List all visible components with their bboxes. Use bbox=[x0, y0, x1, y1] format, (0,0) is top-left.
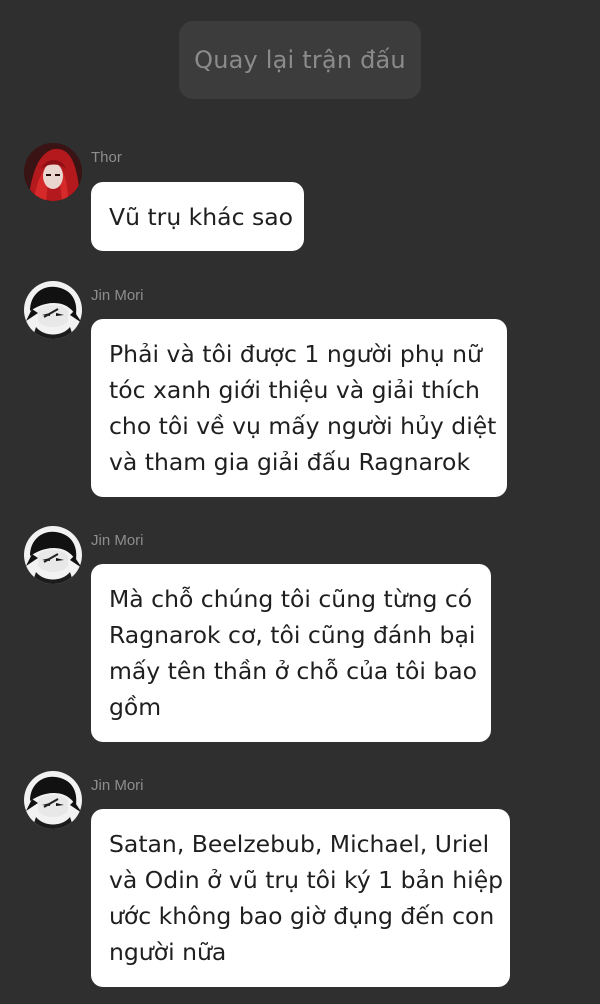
message-line: Mà chỗ chúng tôi cũng từng có bbox=[109, 585, 473, 613]
message-line: Ragnarok cơ, tôi cũng đánh bại bbox=[109, 621, 476, 649]
message-line: tóc xanh giới thiệu và giải thích bbox=[109, 376, 480, 404]
sender-name: Jin Mori bbox=[91, 532, 144, 549]
message-bubble: Satan, Beelzebub, Michael, Uriel và Odin… bbox=[91, 809, 510, 987]
thor-avatar-icon[interactable] bbox=[24, 143, 82, 201]
sender-name: Thor bbox=[91, 149, 122, 166]
jin-mori-avatar-icon[interactable] bbox=[24, 281, 82, 339]
message-line: và tham gia giải đấu Ragnarok bbox=[109, 448, 471, 476]
jin-mori-avatar-icon[interactable] bbox=[24, 526, 82, 584]
message-line: Phải và tôi được 1 người phụ nữ bbox=[109, 340, 482, 368]
message-line: mấy tên thần ở chỗ của tôi bao bbox=[109, 657, 478, 685]
message-line: Satan, Beelzebub, Michael, Uriel bbox=[109, 830, 490, 858]
back-to-match-button[interactable]: Quay lại trận đấu bbox=[179, 21, 421, 99]
message-line: và Odin ở vũ trụ tôi ký 1 bản hiệp bbox=[109, 866, 504, 894]
message-line: người nữa bbox=[109, 938, 227, 966]
message-bubble: Mà chỗ chúng tôi cũng từng có Ragnarok c… bbox=[91, 564, 491, 742]
sender-name: Jin Mori bbox=[91, 777, 144, 794]
message-line: ước không bao giờ đụng đến con bbox=[109, 902, 495, 930]
message-line: Vũ trụ khác sao bbox=[109, 203, 293, 231]
message-bubble: Vũ trụ khác sao bbox=[91, 182, 304, 251]
message-line: cho tôi về vụ mấy người hủy diệt bbox=[109, 412, 497, 440]
jin-mori-avatar-icon[interactable] bbox=[24, 771, 82, 829]
sender-name: Jin Mori bbox=[91, 287, 144, 304]
message-bubble: Phải và tôi được 1 người phụ nữ tóc xanh… bbox=[91, 319, 507, 497]
back-to-match-label: Quay lại trận đấu bbox=[194, 46, 406, 74]
message-line: gồm bbox=[109, 693, 162, 721]
